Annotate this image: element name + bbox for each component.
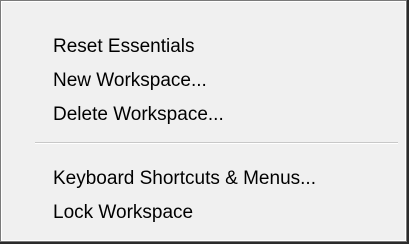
menu-item-lock-workspace[interactable]: Lock Workspace xyxy=(7,197,400,228)
menu-item-label: New Workspace... xyxy=(53,70,207,91)
menu-separator xyxy=(35,142,398,144)
menu-item-reset-essentials[interactable]: Reset Essentials xyxy=(7,31,400,62)
menu-item-label: Lock Workspace xyxy=(53,202,194,223)
menu-item-keyboard-shortcuts[interactable]: Keyboard Shortcuts & Menus... xyxy=(7,163,400,194)
menu-item-label: Reset Essentials xyxy=(53,36,195,57)
menu-item-label: Delete Workspace... xyxy=(53,104,224,125)
menu-item-new-workspace[interactable]: New Workspace... xyxy=(7,65,400,96)
menu-item-label: Keyboard Shortcuts & Menus... xyxy=(53,168,316,189)
menu-item-delete-workspace[interactable]: Delete Workspace... xyxy=(7,99,400,130)
workspace-context-menu: Reset Essentials New Workspace... Delete… xyxy=(0,0,407,242)
